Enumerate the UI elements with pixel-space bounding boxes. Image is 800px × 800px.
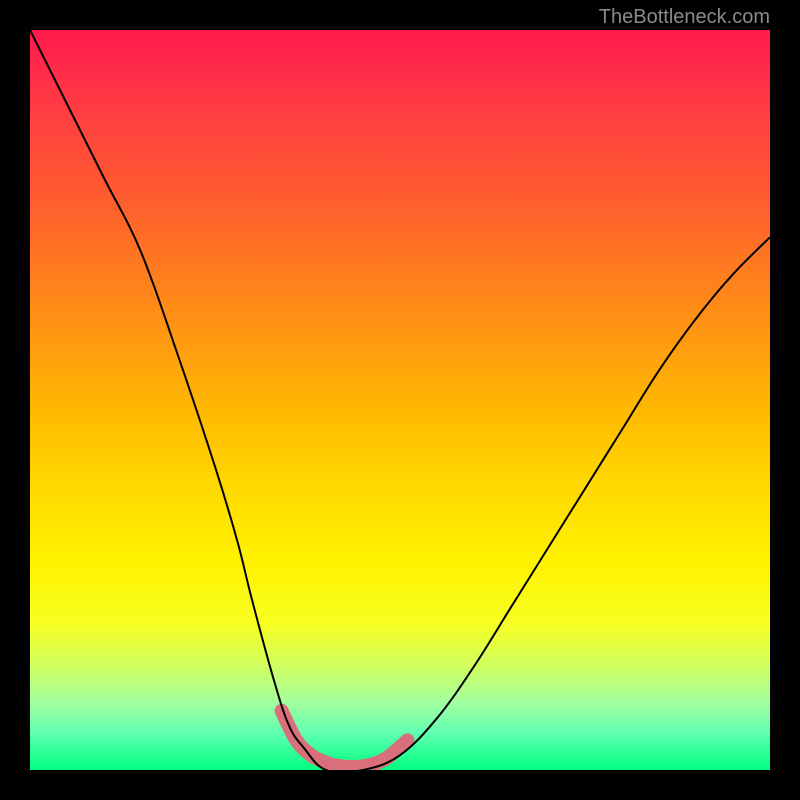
curve-overlay bbox=[30, 30, 770, 770]
optimal-highlight-line bbox=[282, 711, 408, 767]
attribution-label: TheBottleneck.com bbox=[599, 6, 770, 29]
chart-container: TheBottleneck.com bbox=[0, 0, 800, 800]
bottleneck-curve-line bbox=[30, 30, 770, 770]
